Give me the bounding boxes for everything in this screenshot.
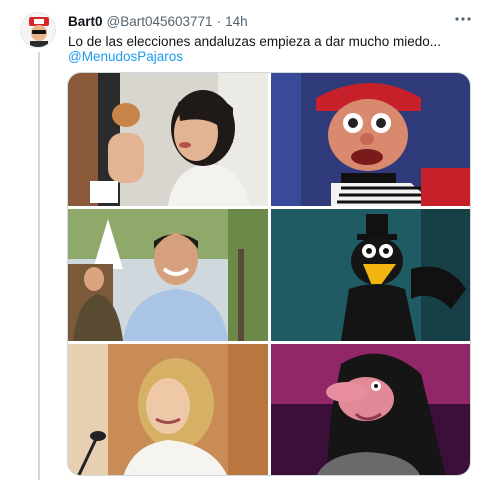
avatar[interactable] <box>20 12 56 48</box>
tweet-card[interactable]: Bart0 @Bart045603771 · 14h Lo de las ele… <box>0 0 493 480</box>
avatar-image <box>21 13 55 47</box>
separator-dot: · <box>216 13 222 29</box>
media-grid[interactable] <box>67 72 471 476</box>
thread-line <box>38 52 40 480</box>
photo-witch-puppet[interactable] <box>271 344 470 475</box>
more-dots-icon <box>455 17 471 21</box>
photo-crow-puppet[interactable] <box>271 209 470 341</box>
timestamp[interactable]: 14h <box>225 14 248 29</box>
photo-woman-microphone[interactable] <box>68 344 268 475</box>
mention-link[interactable]: @MenudosPajaros <box>68 48 183 65</box>
author-handle[interactable]: @Bart045603771 <box>107 14 213 29</box>
photo-woman-eating[interactable] <box>68 73 268 206</box>
photo-puppet-red-cap[interactable] <box>271 73 470 206</box>
more-horizontal-icon[interactable] <box>453 9 473 29</box>
tweet-header: Bart0 @Bart045603771 · 14h <box>68 11 248 31</box>
photo-man-smiling[interactable] <box>68 209 268 341</box>
author-name[interactable]: Bart0 <box>68 14 103 29</box>
